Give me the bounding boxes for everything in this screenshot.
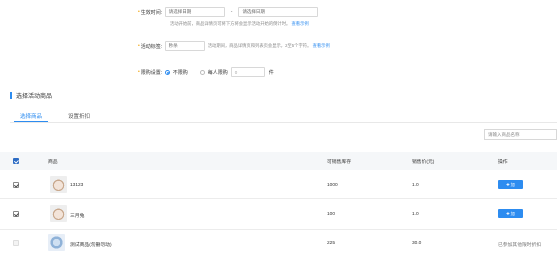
tag-input[interactable]: 秒杀 [164,41,205,51]
select-all-checkbox[interactable] [13,158,19,164]
form-row-time: • 生效时间: 请选择日期 - 请选择日期 [138,7,319,17]
start-date-placeholder: 请选择日期 [168,9,192,14]
radio-no-limit-label: 不限购 [172,69,188,76]
limit-qty-input[interactable]: 0 [230,67,265,77]
tab-set-discount[interactable]: 设置折扣 [68,112,90,120]
goods-thumbnail [50,205,67,222]
plus-icon: ✚ [506,211,510,216]
add-button-label: 加 [510,210,515,216]
time-helper-text: 活动开始前，商品详情页可将下方将会显示活动开始的倒计时。 [170,21,291,26]
date-separator: - [230,9,233,15]
tabs-divider [10,122,557,123]
limit-label: 限购设置: [140,69,163,76]
add-button[interactable]: ✚ 加 [498,209,523,218]
form-row-tag: • 活动标签: 秒杀 活动期间，商品详情页和列表页会显示，2至5个字符。 查看示… [138,41,330,51]
goods-name: 13123 [70,183,84,188]
goods-name: 测试商品(勿删勿动) [70,243,112,248]
form-row-limit: • 限购设置: 不限购 每人限购 0 件 [138,67,274,77]
end-date-placeholder: 请选择日期 [242,9,265,14]
row-divider [0,229,557,230]
add-button-label: 加 [510,181,515,187]
goods-search-input[interactable]: 请输入商品名称 [484,129,557,140]
goods-search-placeholder: 请输入商品名称 [488,131,520,137]
tag-input-value: 秒杀 [168,43,178,48]
radio-no-limit[interactable] [164,69,170,75]
required-mark: • [138,69,140,75]
section-title-text: 选择活动商品 [16,94,53,100]
time-example-link[interactable]: 查看示例 [292,21,309,26]
goods-stock: 100 [327,212,336,217]
th-goods: 商品 [48,160,58,165]
row-checkbox[interactable] [13,182,19,188]
time-helper: 活动开始前，商品详情页可将下方将会显示活动开始的倒计时。 查看示例 [170,21,309,27]
tag-label: 活动标签: [140,43,163,50]
goods-stock: 225 [327,241,336,246]
radio-per-person[interactable] [199,69,205,75]
radio-per-person-label: 每人限购 [207,69,228,76]
add-button[interactable]: ✚ 加 [498,180,523,189]
goods-price: 30.0 [412,241,422,246]
section-title: 选择活动商品 [10,91,52,100]
goods-price: 1.0 [412,212,419,217]
limit-unit: 件 [268,69,274,76]
goods-stock: 1000 [327,183,338,188]
tag-example-link[interactable]: 查看示例 [313,43,330,48]
th-stock: 可销售库存 [327,160,351,165]
tag-helper: 活动期间，商品详情页和列表页会显示，2至5个字符。 查看示例 [208,43,330,49]
required-mark: • [138,43,140,49]
row-checkbox[interactable] [13,211,19,217]
row-checkbox-disabled [13,240,19,246]
limit-qty-value: 0 [234,69,238,75]
required-mark: • [138,9,140,15]
start-date-input[interactable]: 请选择日期 [164,7,225,17]
th-action: 操作 [498,160,508,165]
plus-icon: ✚ [506,182,510,187]
table-header [0,152,557,170]
end-date-input[interactable]: 请选择日期 [238,7,319,17]
goods-thumbnail [50,176,67,193]
goods-name: 三月兔 [70,214,85,219]
tag-helper-text: 活动期间，商品详情页和列表页会显示，2至5个字符。 [207,43,312,48]
goods-thumbnail [48,234,65,251]
goods-price: 1.0 [412,183,419,188]
tab-select-goods[interactable]: 选择商品 [20,112,42,120]
time-label: 生效时间: [140,9,163,16]
row-divider [0,198,557,199]
goods-status: 已参加其他限时折扣 [498,243,542,248]
th-price: 销售价(元) [412,160,435,165]
section-title-bar [10,92,12,99]
